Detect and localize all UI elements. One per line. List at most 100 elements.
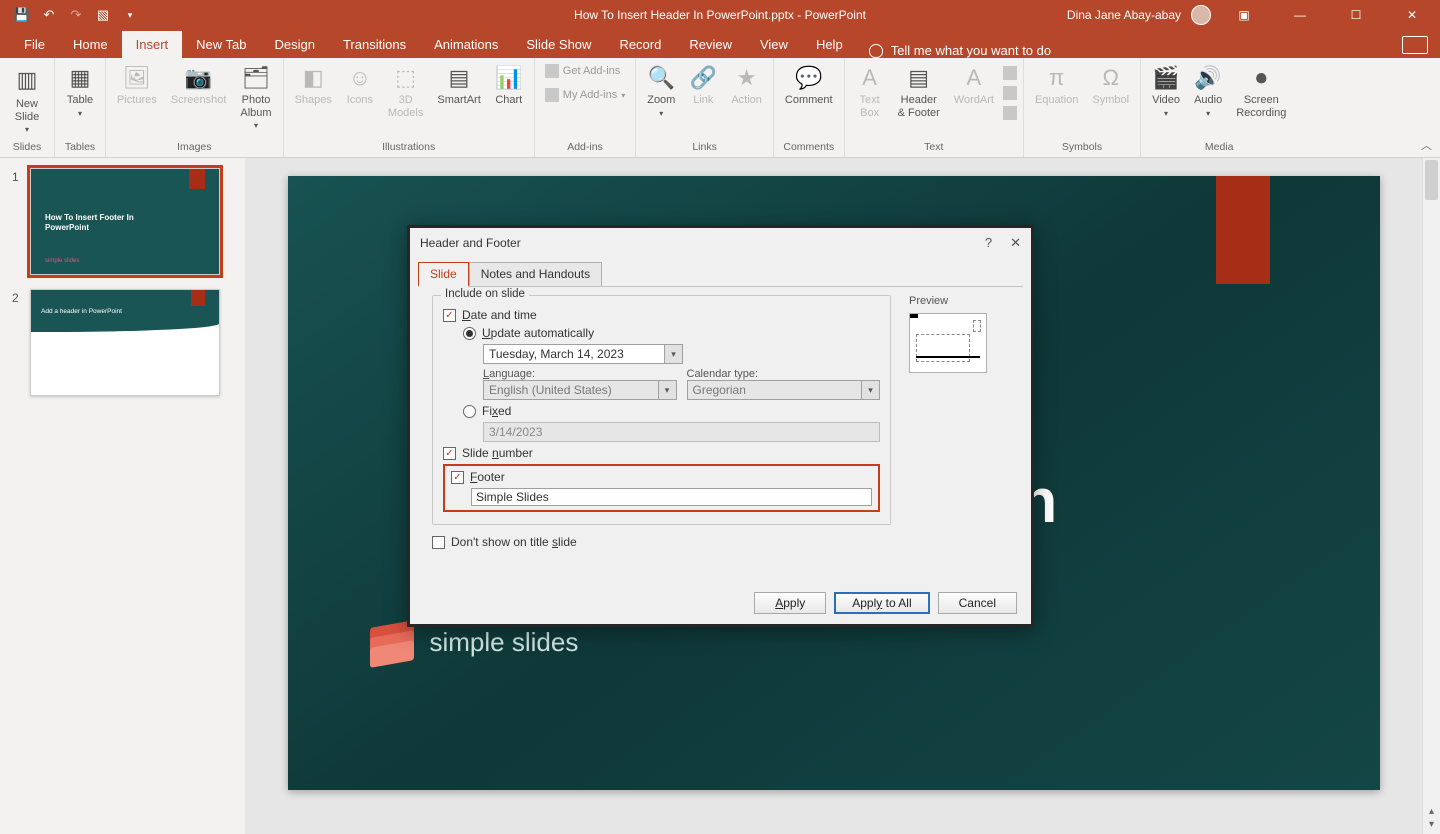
titlebar: 💾 ↶ ↷ ▧ ▾ How To Insert Header In PowerP…	[0, 0, 1440, 30]
calendar-dropdown[interactable]: Gregorian ▾	[687, 380, 881, 400]
thumbnail-1[interactable]: How To Insert Footer In PowerPoint simpl…	[30, 168, 220, 275]
update-auto-radio-row[interactable]: Update automatically	[443, 326, 880, 340]
tab-slideshow[interactable]: Slide Show	[512, 31, 605, 58]
close-icon[interactable]: ✕	[1010, 235, 1021, 251]
slide-number-checkbox-row[interactable]: ✓ Slide number	[443, 446, 880, 460]
shapes-button[interactable]: ◧Shapes	[290, 62, 337, 109]
slide-thumbnails-panel[interactable]: 1 How To Insert Footer In PowerPoint sim…	[0, 158, 245, 834]
help-icon[interactable]: ?	[985, 235, 992, 251]
date-time-small-icon[interactable]	[1003, 66, 1017, 80]
tab-insert[interactable]: Insert	[122, 31, 183, 58]
maximize-icon[interactable]: ☐	[1333, 0, 1379, 30]
3d-models-button[interactable]: ⬚3D Models	[383, 62, 428, 121]
icons-button[interactable]: ☺Icons	[341, 62, 379, 109]
date-time-checkbox-row[interactable]: ✓ Date and time	[443, 308, 880, 322]
user-name: Dina Jane Abay-abay	[1067, 8, 1181, 22]
qat-more-icon[interactable]: ▾	[118, 3, 142, 27]
tab-record[interactable]: Record	[605, 31, 675, 58]
minimize-icon[interactable]: —	[1277, 0, 1323, 30]
apply-to-all-button[interactable]: Apply to All	[834, 592, 929, 614]
preview-label: Preview	[909, 295, 1009, 307]
undo-icon[interactable]: ↶	[37, 3, 61, 27]
tab-slide[interactable]: Slide	[418, 262, 469, 287]
date-dropdown[interactable]: Tuesday, March 14, 2023 ▾	[443, 344, 880, 364]
next-slide-icon[interactable]: ▾	[1429, 819, 1434, 830]
apply-button[interactable]: Apply	[754, 592, 826, 614]
language-dropdown[interactable]: English (United States) ▾	[483, 380, 677, 400]
tab-transitions[interactable]: Transitions	[329, 31, 420, 58]
chevron-down-icon[interactable]: ▾	[665, 344, 683, 364]
tab-design[interactable]: Design	[261, 31, 329, 58]
radio-selected-icon[interactable]	[463, 327, 476, 340]
tab-help[interactable]: Help	[802, 31, 857, 58]
calendar-value: Gregorian	[687, 380, 863, 400]
save-icon[interactable]: 💾	[10, 3, 34, 27]
smartart-button[interactable]: ▤SmartArt	[432, 62, 485, 109]
start-from-beginning-icon[interactable]: ▧	[91, 3, 115, 27]
ribbon-display-icon[interactable]: ▣	[1221, 0, 1267, 30]
checkbox-checked-icon[interactable]: ✓	[443, 447, 456, 460]
smartart-icon: ▤	[445, 64, 473, 92]
footer-checkbox-row[interactable]: ✓ Footer	[451, 470, 872, 484]
tab-animations[interactable]: Animations	[420, 31, 512, 58]
header-footer-button[interactable]: ▤Header & Footer	[893, 62, 945, 121]
photo-album-button[interactable]: 🗂Photo Album▾	[235, 62, 276, 132]
table-button[interactable]: ▦ Table ▾	[61, 62, 99, 120]
chevron-down-icon: ▾	[659, 109, 663, 118]
chevron-down-icon[interactable]: ▾	[659, 380, 677, 400]
audio-button[interactable]: 🔊Audio▾	[1189, 62, 1227, 120]
checkbox-checked-icon[interactable]: ✓	[443, 309, 456, 322]
equation-button[interactable]: πEquation	[1030, 62, 1083, 109]
slide-number-small-icon[interactable]	[1003, 86, 1017, 100]
collapse-ribbon-icon[interactable]: ︿	[1421, 137, 1432, 153]
screen-recording-button[interactable]: ⏺Screen Recording	[1231, 62, 1291, 121]
dont-show-checkbox-row[interactable]: Don't show on title slide	[432, 535, 891, 549]
radio-unselected-icon[interactable]	[463, 405, 476, 418]
tell-me-search[interactable]: Tell me what you want to do	[857, 43, 1063, 58]
lightbulb-icon	[869, 44, 883, 58]
wordart-button[interactable]: AWordArt	[949, 62, 999, 109]
checkbox-unchecked-icon[interactable]	[432, 536, 445, 549]
user-avatar[interactable]	[1191, 5, 1211, 25]
symbol-button[interactable]: ΩSymbol	[1087, 62, 1134, 109]
get-addins-button[interactable]: Get Add-ins	[541, 62, 629, 80]
document-title: How To Insert Header In PowerPoint.pptx …	[574, 8, 866, 22]
chevron-down-icon[interactable]: ▾	[862, 380, 880, 400]
video-icon: 🎬	[1152, 64, 1180, 92]
object-small-icon[interactable]	[1003, 106, 1017, 120]
thumbnail-2[interactable]: Simple Slide Add a header in PowerPoint	[30, 289, 220, 396]
cancel-button[interactable]: Cancel	[938, 592, 1017, 614]
group-label-symbols: Symbols	[1062, 139, 1102, 155]
my-addins-label: My Add-ins	[563, 89, 617, 101]
redo-icon[interactable]: ↷	[64, 3, 88, 27]
tab-file[interactable]: File	[10, 31, 59, 58]
my-addins-button[interactable]: My Add-ins ▾	[541, 86, 629, 104]
share-icon[interactable]	[1402, 36, 1428, 54]
scroll-thumb[interactable]	[1425, 160, 1438, 200]
action-button[interactable]: ★Action	[726, 62, 767, 109]
footer-text-input[interactable]	[471, 488, 872, 506]
pictures-button[interactable]: 🖼Pictures	[112, 62, 162, 109]
new-slide-button[interactable]: ▥ New Slide ▾	[6, 62, 48, 136]
link-button[interactable]: 🔗Link	[684, 62, 722, 109]
fixed-radio-row[interactable]: Fixed	[443, 404, 880, 418]
zoom-button[interactable]: 🔍Zoom▾	[642, 62, 680, 120]
prev-slide-icon[interactable]: ▴	[1429, 806, 1434, 817]
comment-button[interactable]: 💬Comment	[780, 62, 838, 109]
tab-notes-handouts[interactable]: Notes and Handouts	[469, 262, 602, 286]
table-label: Table	[67, 94, 93, 107]
tab-home[interactable]: Home	[59, 31, 122, 58]
screenshot-button[interactable]: 📷Screenshot	[166, 62, 232, 109]
video-button[interactable]: 🎬Video▾	[1147, 62, 1185, 120]
tab-review[interactable]: Review	[675, 31, 746, 58]
symbol-label: Symbol	[1092, 94, 1129, 107]
thumb2-header-decor: Add a header in PowerPoint	[31, 290, 219, 332]
vertical-scrollbar[interactable]: ▴ ▾	[1422, 158, 1440, 834]
chart-button[interactable]: 📊Chart	[490, 62, 528, 109]
close-icon[interactable]: ✕	[1389, 0, 1435, 30]
checkbox-checked-icon[interactable]: ✓	[451, 471, 464, 484]
tab-view[interactable]: View	[746, 31, 802, 58]
tab-newtab[interactable]: New Tab	[182, 31, 260, 58]
text-box-button[interactable]: AText Box	[851, 62, 889, 121]
audio-label: Audio	[1194, 94, 1222, 107]
